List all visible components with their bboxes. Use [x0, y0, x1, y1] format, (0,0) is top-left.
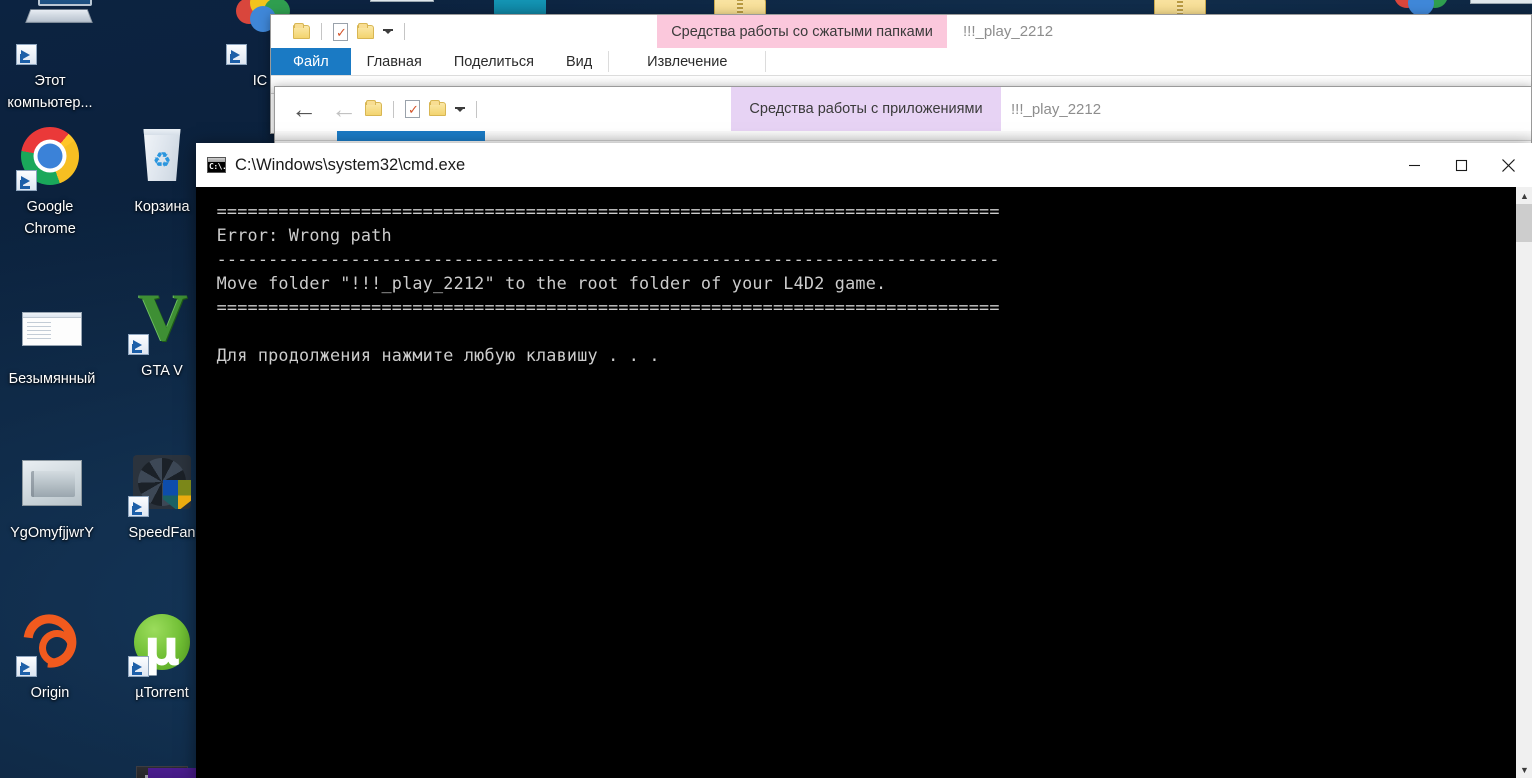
separator: [393, 101, 394, 118]
desktop-icon-art: [18, 612, 82, 676]
checked-document-icon[interactable]: [405, 100, 420, 118]
cmd-titlebar[interactable]: C:\Windows\system32\cmd.exe: [196, 143, 1532, 187]
forward-arrow-icon: ←: [331, 96, 357, 122]
text-document-icon: [22, 312, 82, 346]
photo-thumbnail-icon: [22, 460, 82, 506]
desktop-icon-label: Безымянный: [0, 368, 104, 390]
separator: [765, 51, 766, 72]
checked-document-icon[interactable]: [333, 23, 348, 41]
maximize-icon[interactable]: [1438, 143, 1485, 187]
desktop-icon-art: [20, 452, 84, 516]
scroll-down-arrow-icon[interactable]: ▼: [1516, 761, 1532, 778]
explorer-front-ribbon-tabstrip[interactable]: [275, 131, 1531, 141]
multicolor-app-icon: [1388, 0, 1448, 14]
desktop-icon-art: [130, 452, 194, 516]
desktop-icon-label: Origin: [0, 682, 100, 704]
folder-icon[interactable]: [293, 25, 310, 39]
shortcut-overlay-icon: [16, 656, 37, 677]
context-tab-label: Средства работы с приложениями: [749, 101, 982, 117]
desktop-icon[interactable]: YgOmyfjjwrY: [0, 452, 104, 544]
desktop-icon[interactable]: Google Chrome: [0, 126, 100, 240]
close-icon[interactable]: [1485, 143, 1532, 187]
ribbon-tab-share[interactable]: Поделиться: [438, 48, 550, 75]
ribbon-tab-file[interactable]: Файл: [271, 48, 351, 75]
window-controls[interactable]: [1391, 143, 1532, 187]
explorer-window-front[interactable]: ← ← Средства работы с приложениями !!!_p…: [274, 86, 1532, 150]
folder-icon[interactable]: [357, 25, 374, 39]
desktop-icon-art: [18, 0, 82, 64]
desktop-icon-label: Этот компьютер...: [0, 70, 100, 114]
ribbon-tab-selected-indicator: [337, 131, 485, 141]
desktop-icon-art: V: [130, 290, 194, 354]
ribbon-tab-view[interactable]: Вид: [550, 48, 608, 75]
desktop-icon-label: YgOmyfjjwrY: [0, 522, 104, 544]
context-tab-compressed-folder-tools[interactable]: Средства работы со сжатыми папками: [657, 15, 947, 48]
back-arrow-icon[interactable]: ←: [291, 96, 317, 122]
explorer-front-titlebar[interactable]: ← ← Средства работы с приложениями !!!_p…: [275, 87, 1531, 131]
recycle-bin-icon: [140, 129, 184, 181]
cmd-console-output: ========================================…: [196, 187, 1000, 367]
separator: [476, 101, 477, 118]
quick-access-toolbar-front[interactable]: [357, 100, 479, 118]
shortcut-overlay-icon: [16, 44, 37, 65]
customize-caret-icon[interactable]: [455, 107, 465, 112]
cmd-window-title: C:\Windows\system32\cmd.exe: [235, 156, 465, 175]
desktop-icon[interactable]: Этот компьютер...: [0, 0, 100, 114]
desktop-icon-art: [18, 126, 82, 190]
shortcut-overlay-icon: [128, 496, 149, 517]
cmd-vertical-scrollbar[interactable]: ▲ ▼: [1515, 187, 1532, 778]
quick-access-toolbar-back[interactable]: [271, 23, 407, 41]
shortcut-overlay-icon: [128, 656, 149, 677]
shortcut-overlay-icon: [226, 44, 247, 65]
desktop-icon-art: [20, 298, 84, 362]
shortcut-overlay-icon: [128, 334, 149, 355]
desktop-icon[interactable]: Безымянный: [0, 298, 104, 390]
ribbon-tab-home[interactable]: Главная: [351, 48, 438, 75]
folder-icon[interactable]: [365, 102, 382, 116]
navigation-row[interactable]: ← ←: [275, 87, 357, 131]
cmd-window[interactable]: C:\Windows\system32\cmd.exe ============…: [196, 143, 1532, 778]
explorer-back-title: !!!_play_2212: [963, 23, 1053, 40]
image-thumbnail-icon: [370, 0, 434, 2]
scroll-up-arrow-icon[interactable]: ▲: [1516, 187, 1532, 204]
context-tab-label: Средства работы со сжатыми папками: [671, 24, 933, 40]
image-thumbnail-icon: [1470, 0, 1532, 4]
explorer-back-titlebar[interactable]: Средства работы со сжатыми папками !!!_p…: [271, 15, 1531, 48]
cmd-console-body[interactable]: ========================================…: [196, 187, 1532, 778]
explorer-back-ribbon-tabs[interactable]: Файл Главная Поделиться Вид Извлечение: [271, 48, 1531, 76]
cmd-prompt-icon: [207, 157, 226, 173]
scrollbar-thumb[interactable]: [1516, 204, 1532, 242]
desktop-icon-art: [130, 126, 194, 190]
desktop-icon[interactable]: Origin: [0, 612, 100, 704]
separator: [321, 23, 322, 40]
separator: [404, 23, 405, 40]
minimize-icon[interactable]: [1391, 143, 1438, 187]
purple-app-icon: [148, 768, 200, 778]
context-tab-application-tools[interactable]: Средства работы с приложениями: [731, 87, 1001, 131]
desktop-icon-art: [130, 612, 194, 676]
shortcut-overlay-icon: [16, 170, 37, 191]
customize-caret-icon[interactable]: [383, 29, 393, 34]
ribbon-tab-extract[interactable]: Извлечение: [609, 48, 765, 75]
explorer-front-title: !!!_play_2212: [1011, 101, 1101, 118]
desktop-icon-label: Google Chrome: [0, 196, 100, 240]
folder-icon[interactable]: [429, 102, 446, 116]
